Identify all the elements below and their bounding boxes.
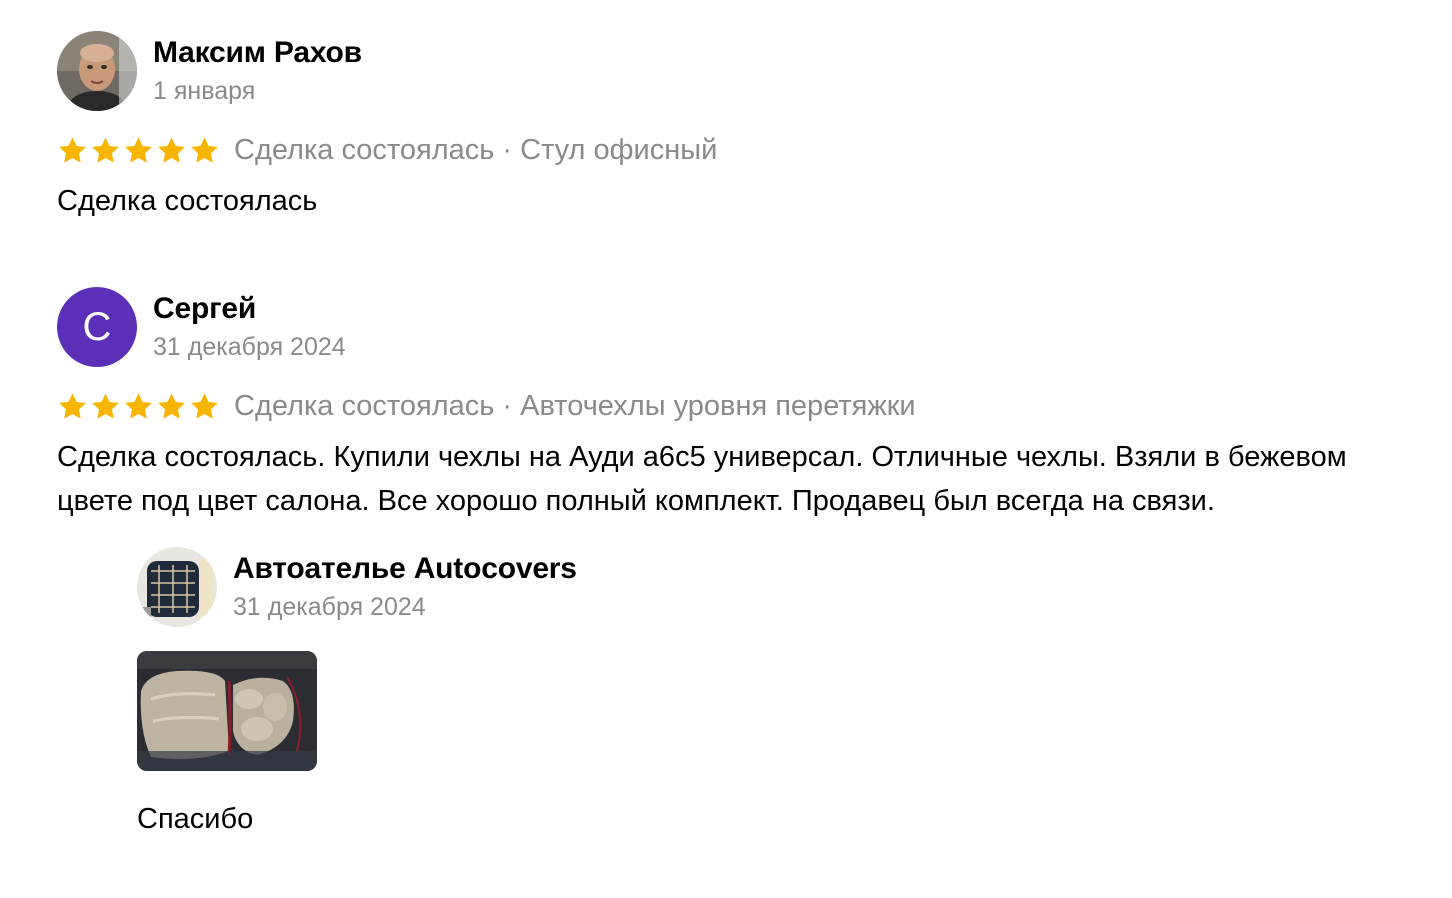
- star-icon: [92, 136, 119, 163]
- review-date: 31 декабря 2024: [153, 333, 346, 361]
- seat-covers-photo[interactable]: [137, 651, 317, 771]
- reply-date: 31 декабря 2024: [233, 593, 426, 621]
- author-block: Максим Рахов 1 января: [153, 35, 362, 107]
- shop-logo-icon[interactable]: [137, 547, 217, 627]
- author-name[interactable]: Максим Рахов: [153, 35, 362, 71]
- review-header: Максим Рахов 1 января: [57, 31, 1427, 111]
- review-card: Максим Рахов 1 января Сделка состоялась …: [57, 31, 1427, 223]
- seller-reply: Автоателье Autocovers 31 декабря 2024 Сп…: [137, 547, 577, 839]
- review-header: С Сергей 31 декабря 2024: [57, 287, 1427, 367]
- rating-row: Сделка состоялась · Авточехлы уровня пер…: [57, 387, 1427, 425]
- author-name[interactable]: Сергей: [153, 291, 346, 327]
- author-block: Автоателье Autocovers 31 декабря 2024: [233, 551, 577, 623]
- deal-info: Сделка состоялась · Стул офисный: [234, 134, 718, 166]
- user-photo-icon[interactable]: [57, 31, 137, 111]
- star-rating: [57, 135, 220, 166]
- star-icon: [59, 392, 86, 419]
- review-text: Сделка состоялась. Купили чехлы на Ауди …: [57, 441, 1347, 517]
- reply-text: Спасибо: [137, 803, 254, 835]
- review-card: С Сергей 31 декабря 2024 Сделка состояла…: [57, 287, 1427, 523]
- rating-row: Сделка состоялась · Стул офисный: [57, 131, 1427, 169]
- star-rating: [57, 391, 220, 422]
- star-icon: [59, 136, 86, 163]
- star-icon: [125, 392, 152, 419]
- star-icon: [191, 136, 218, 163]
- reply-author-name[interactable]: Автоателье Autocovers: [233, 551, 577, 587]
- star-icon: [158, 392, 185, 419]
- avatar[interactable]: С: [57, 287, 137, 367]
- star-icon: [191, 392, 218, 419]
- deal-info: Сделка состоялась · Авточехлы уровня пер…: [234, 390, 916, 422]
- star-icon: [158, 136, 185, 163]
- review-text: Сделка состоялась: [57, 185, 318, 217]
- review-date: 1 января: [153, 77, 256, 105]
- reply-header: Автоателье Autocovers 31 декабря 2024: [137, 547, 577, 627]
- author-block: Сергей 31 декабря 2024: [153, 291, 346, 363]
- avatar-letter: С: [82, 304, 112, 349]
- star-icon: [92, 392, 119, 419]
- star-icon: [125, 136, 152, 163]
